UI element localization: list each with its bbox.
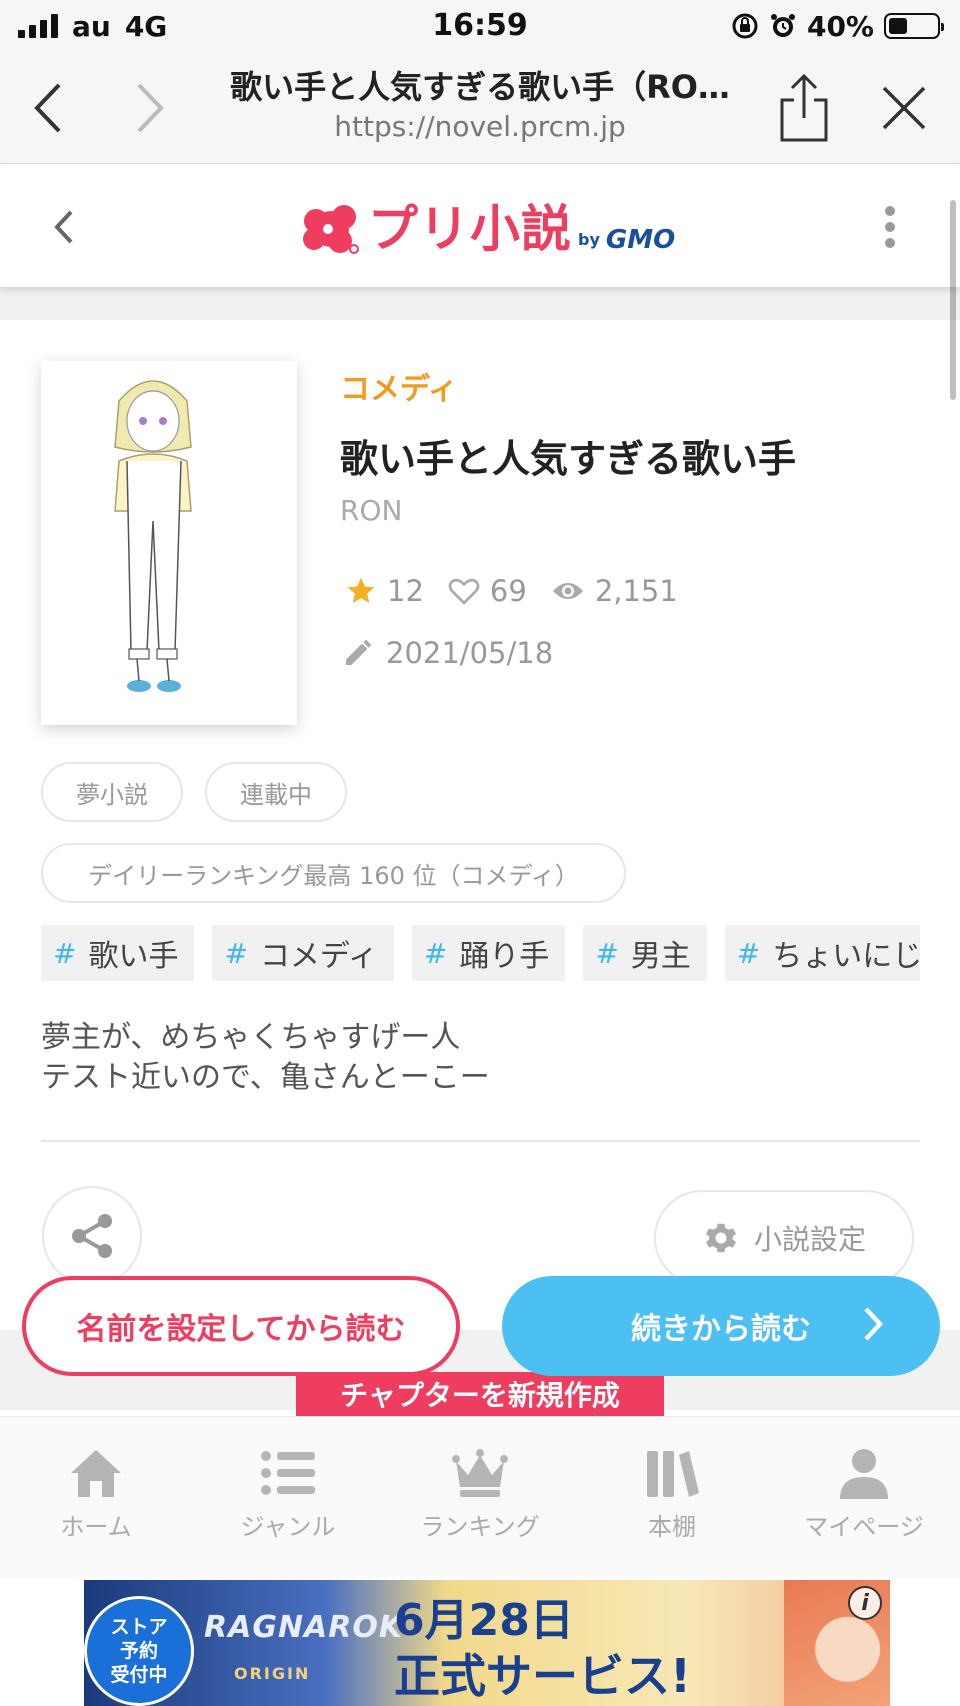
novel-settings-button[interactable]: 小説設定	[654, 1190, 914, 1286]
chip-dream-novel[interactable]: 夢小説	[41, 762, 183, 822]
novel-stats: 12 69 2,151	[345, 574, 702, 608]
ad-date: 6月28日	[394, 1595, 574, 1646]
home-icon	[71, 1450, 121, 1497]
battery-percent: 40%	[806, 9, 874, 43]
hash-icon: #	[736, 936, 761, 970]
browser-close-button[interactable]	[878, 82, 930, 134]
chip-serializing[interactable]: 連載中	[205, 762, 347, 822]
nav-genre[interactable]: ジャンル	[192, 1447, 384, 1542]
crown-icon	[452, 1449, 508, 1497]
site-back-button[interactable]	[44, 201, 84, 253]
description-line: テスト近いので、亀さんとーこー	[41, 1060, 490, 1095]
star-icon	[347, 577, 375, 603]
ad-game-logo-sub: ORIGIN	[234, 1664, 311, 1683]
battery-icon	[884, 13, 944, 39]
chevron-left-icon	[34, 83, 61, 133]
tag-item[interactable]: # 踊り手	[411, 925, 566, 981]
logo-text: プリ小説	[368, 200, 572, 258]
status-bar: au 4G 16:59 40%	[0, 0, 960, 52]
views-count: 2,151	[594, 574, 678, 608]
views-stat: 2,151	[551, 574, 678, 608]
chevron-left-icon	[54, 210, 73, 244]
tag-item[interactable]: #ちょいにじさん	[724, 925, 920, 981]
nav-mypage[interactable]: マイページ	[768, 1447, 960, 1542]
novel-author[interactable]: RON	[340, 494, 402, 527]
nav-ranking[interactable]: ランキング	[384, 1447, 576, 1542]
share-icon	[780, 73, 828, 142]
close-icon	[882, 86, 926, 130]
updated-date: 2021/05/18	[386, 636, 554, 670]
alarm-icon	[770, 14, 795, 37]
nav-bookshelf[interactable]: 本棚	[576, 1447, 768, 1542]
browser-toolbar: 歌い手と人気すぎる歌い手（RO… https://novel.prcm.jp	[0, 52, 960, 164]
tag-item[interactable]: # コメディ	[212, 925, 394, 981]
novel-updated: 2021/05/18	[342, 636, 553, 670]
chevron-right-icon	[137, 83, 164, 133]
hash-icon: #	[224, 936, 248, 970]
scrollbar[interactable]	[950, 200, 956, 400]
header-strip	[0, 287, 960, 320]
hash-icon: #	[423, 936, 448, 970]
bottom-nav: ホーム ジャンル ランキング 本棚 マイページ	[0, 1416, 960, 1578]
read-with-name-button[interactable]: 名前を設定してから読む	[22, 1276, 460, 1376]
browser-forward-button[interactable]	[130, 78, 170, 138]
eye-icon	[552, 583, 583, 599]
site-logo[interactable]: プリ小説 by GMO	[300, 193, 675, 259]
settings-label: 小説設定	[753, 1223, 866, 1256]
gear-icon	[705, 1223, 737, 1253]
browser-back-button[interactable]	[28, 78, 68, 138]
share-button[interactable]	[42, 1186, 142, 1286]
stars-count: 12	[387, 574, 424, 608]
ad-banner[interactable]: ストア 予約 受付中 RAGNAROK ORIGIN 6月28日 正式サービス!…	[84, 1580, 890, 1706]
cover-illustration	[114, 380, 192, 692]
browser-url[interactable]: https://novel.prcm.jp	[200, 110, 760, 143]
divider	[41, 1140, 920, 1142]
new-chapter-button[interactable]: チャプターを新規作成	[296, 1372, 664, 1418]
person-icon	[840, 1449, 888, 1499]
hash-icon: #	[595, 936, 619, 970]
pencil-icon	[346, 639, 372, 665]
nav-home[interactable]: ホーム	[0, 1447, 192, 1542]
novel-cover-image[interactable]	[41, 361, 297, 725]
ad-headline: 正式サービス!	[394, 1649, 691, 1703]
novel-genre[interactable]: コメディ	[340, 364, 458, 408]
tag-item[interactable]: # 歌い手	[41, 925, 195, 981]
chevron-right-icon	[864, 1307, 884, 1341]
share-nodes-icon	[72, 1214, 112, 1258]
bookshelf-icon	[647, 1451, 699, 1497]
hash-icon: #	[53, 936, 77, 970]
description-line: 夢主が、めちゃくちゃすげー人	[41, 1020, 461, 1055]
continue-reading-button[interactable]: 続きから読む	[502, 1276, 940, 1376]
likes-count: 69	[489, 574, 527, 608]
logo-by: by	[578, 230, 600, 249]
tag-item[interactable]: # 男主	[583, 925, 707, 981]
list-icon	[261, 1451, 315, 1495]
more-vertical-icon	[885, 206, 895, 248]
ad-info-icon[interactable]: i	[848, 1586, 882, 1620]
tag-list: #歌い手 #コメディ #踊り手 #男主 #ちょいにじさん	[41, 925, 920, 981]
browser-page-title: 歌い手と人気すぎる歌い手（RO…	[230, 68, 730, 106]
heart-icon	[448, 578, 480, 605]
novel-description: 夢主が、めちゃくちゃすげー人 テスト近いので、亀さんとーこー	[41, 1018, 490, 1098]
browser-share-button[interactable]	[776, 68, 832, 148]
novel-title: 歌い手と人気すぎる歌い手	[340, 437, 797, 481]
ad-badge: ストア 予約 受付中	[84, 1596, 194, 1706]
ad-game-logo: RAGNAROK	[204, 1610, 404, 1645]
logo-cloud-icon	[303, 205, 359, 254]
more-menu-button[interactable]	[870, 201, 910, 253]
site-header: プリ小説 by GMO	[0, 165, 960, 287]
orientation-lock-icon	[732, 13, 758, 39]
likes-stat: 69	[448, 574, 527, 608]
logo-brand: GMO	[605, 225, 676, 255]
continue-reading-label: 続きから読む	[631, 1312, 811, 1347]
stars-stat: 12	[345, 574, 424, 608]
chip-ranking[interactable]: デイリーランキング最高 160 位（コメディ）	[41, 843, 626, 903]
